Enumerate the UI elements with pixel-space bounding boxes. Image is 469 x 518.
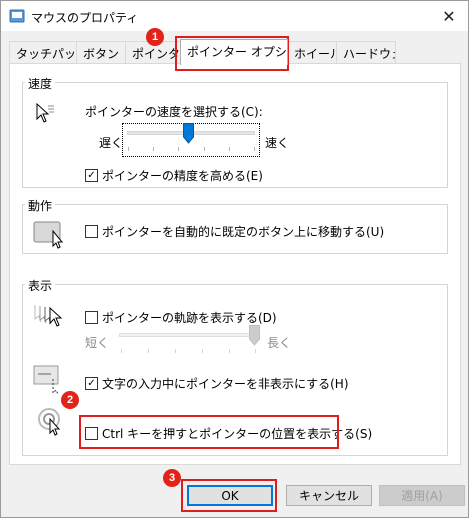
speed-prompt-label: ポインターの速度を選択する(C): <box>85 105 263 119</box>
tab-pointer-options[interactable]: ポインター オプション <box>180 39 288 65</box>
speed-tick <box>254 147 255 151</box>
step-1-badge: 1 <box>146 28 164 46</box>
trails-label: ポインターの軌跡を表示する(D) <box>102 311 277 325</box>
cancel-button[interactable]: キャンセル <box>286 485 372 506</box>
ctrl-locate-pointer-icon <box>38 408 61 436</box>
speed-tick <box>204 147 205 151</box>
speed-slider-thumb[interactable] <box>183 123 194 144</box>
tab-hardware[interactable]: ハードウェア <box>336 41 396 63</box>
tab-wheel[interactable]: ホイール <box>287 41 337 63</box>
speed-group: 速度 ポインターの速度を選択する(C): 遅く 速く ✓ ポインターの精度を高め… <box>22 75 448 188</box>
trail-tick <box>255 349 256 353</box>
tab-touchpad[interactable]: タッチパッド <box>9 41 77 63</box>
hide-label: 文字の入力中にポインターを非表示にする(H) <box>102 377 349 391</box>
hide-checkbox-row[interactable]: ✓ 文字の入力中にポインターを非表示にする(H) <box>85 375 349 392</box>
step-2-badge: 2 <box>61 391 79 409</box>
speed-fast-label: 速く <box>265 136 290 150</box>
trail-long-label: 長く <box>267 336 292 350</box>
trail-tick <box>148 349 149 353</box>
trails-checkbox[interactable] <box>85 311 98 324</box>
trail-tick <box>202 349 203 353</box>
hide-while-typing-icon <box>33 365 59 395</box>
precision-checkbox[interactable]: ✓ <box>85 169 98 182</box>
step-3-badge: 3 <box>163 469 181 487</box>
precision-checkbox-row[interactable]: ✓ ポインターの精度を高める(E) <box>85 167 263 184</box>
apply-button[interactable]: 適用(A) <box>379 485 465 506</box>
trails-checkbox-row[interactable]: ポインターの軌跡を表示する(D) <box>85 309 277 326</box>
speed-group-label: 速度 <box>25 75 56 92</box>
tab-buttons[interactable]: ボタン <box>76 41 126 63</box>
snap-checkbox[interactable] <box>85 225 98 238</box>
speed-tick <box>229 147 230 151</box>
pointer-speed-icon <box>36 103 54 123</box>
snap-group-label: 動作 <box>25 197 56 214</box>
trail-short-label: 短く <box>85 336 110 350</box>
close-button[interactable]: ✕ <box>438 5 460 27</box>
snap-label: ポインターを自動的に既定のボタン上に移動する(U) <box>102 225 385 239</box>
ok-highlight-box <box>181 479 277 512</box>
snap-to-button-icon <box>33 221 64 249</box>
trail-tick <box>121 349 122 353</box>
title-bar: マウスのプロパティ ✕ <box>1 1 468 31</box>
trail-tick <box>229 349 230 353</box>
speed-tick <box>128 147 129 151</box>
speed-tick <box>153 147 154 151</box>
snap-checkbox-row[interactable]: ポインターを自動的に既定のボタン上に移動する(U) <box>85 223 384 240</box>
trail-tick <box>175 349 176 353</box>
visibility-group-label: 表示 <box>25 277 56 294</box>
speed-tick <box>178 147 179 151</box>
ctrl-highlight-box <box>79 415 339 449</box>
precision-label: ポインターの精度を高める(E) <box>102 169 263 183</box>
trail-slider-track[interactable] <box>119 333 259 337</box>
mouse-icon <box>9 9 25 23</box>
hide-checkbox[interactable]: ✓ <box>85 377 98 390</box>
snap-to-group: 動作 ポインターを自動的に既定のボタン上に移動する(U) <box>22 197 448 254</box>
window-title: マウスのプロパティ <box>31 11 139 25</box>
pointer-trails-icon <box>34 305 63 327</box>
trail-slider-thumb[interactable] <box>249 325 260 346</box>
mouse-properties-dialog: マウスのプロパティ ✕ タッチパッド ボタン ポインター ポインター オプション… <box>0 0 469 518</box>
speed-slow-label: 遅く <box>99 136 124 150</box>
